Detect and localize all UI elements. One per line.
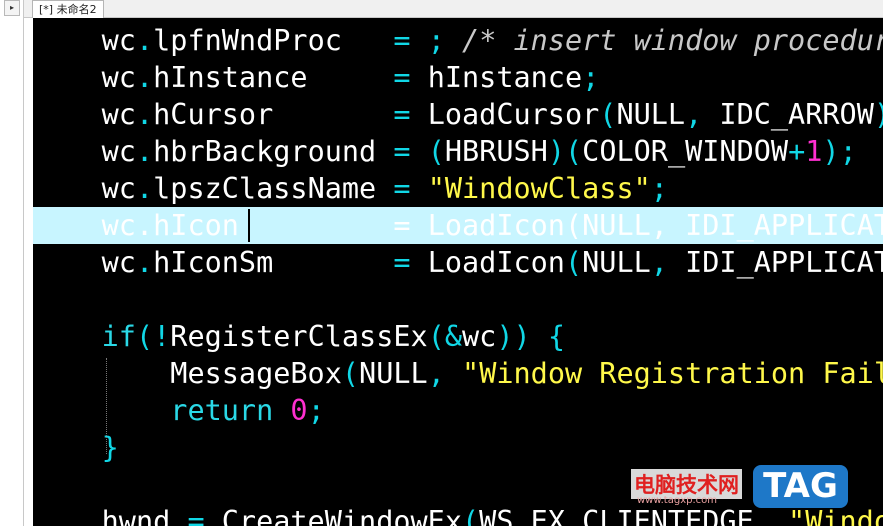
code-line[interactable]: return 0; [33, 392, 883, 429]
code-line[interactable]: wc.hCursor = LoadCursor(NULL, IDC_ARROW)… [33, 96, 883, 133]
watermark-tag-logo: TAG [753, 465, 848, 508]
code-line[interactable]: wc.lpfnWndProc = ; /* insert window proc… [33, 22, 883, 59]
indent-guide [106, 358, 107, 454]
current-code-line[interactable]: wc.hIcon = LoadIcon(NULL, IDI_APPLICATIO… [33, 207, 883, 244]
code-line[interactable]: wc.hIconSm = LoadIcon(NULL, IDI_APPLICAT… [33, 244, 883, 281]
left-panel: ▸ [0, 0, 24, 526]
code-line[interactable]: wc.lpszClassName = "WindowClass"; [33, 170, 883, 207]
tab-bar: [*] 未命名2 [24, 0, 883, 18]
watermark: 电脑技术网 www.tagxp.com TAG [623, 465, 850, 508]
code-editor[interactable]: wc.lpfnWndProc = ; /* insert window proc… [33, 18, 883, 526]
code-line[interactable]: MessageBox(NULL, "Window Registration Fa… [33, 355, 883, 392]
code-line[interactable]: wc.hInstance = hInstance; [33, 59, 883, 96]
code-line[interactable]: if(!RegisterClassEx(&wc)) { [33, 318, 883, 355]
code-line[interactable]: wc.hbrBackground = (HBRUSH)(COLOR_WINDOW… [33, 133, 883, 170]
watermark-url: www.tagxp.com [637, 495, 717, 506]
text-caret [248, 209, 250, 242]
editor-gutter [24, 18, 33, 526]
tab-untitled-2[interactable]: [*] 未命名2 [32, 0, 104, 18]
expand-arrow-icon[interactable]: ▸ [4, 0, 20, 16]
code-line[interactable]: } [33, 429, 883, 466]
